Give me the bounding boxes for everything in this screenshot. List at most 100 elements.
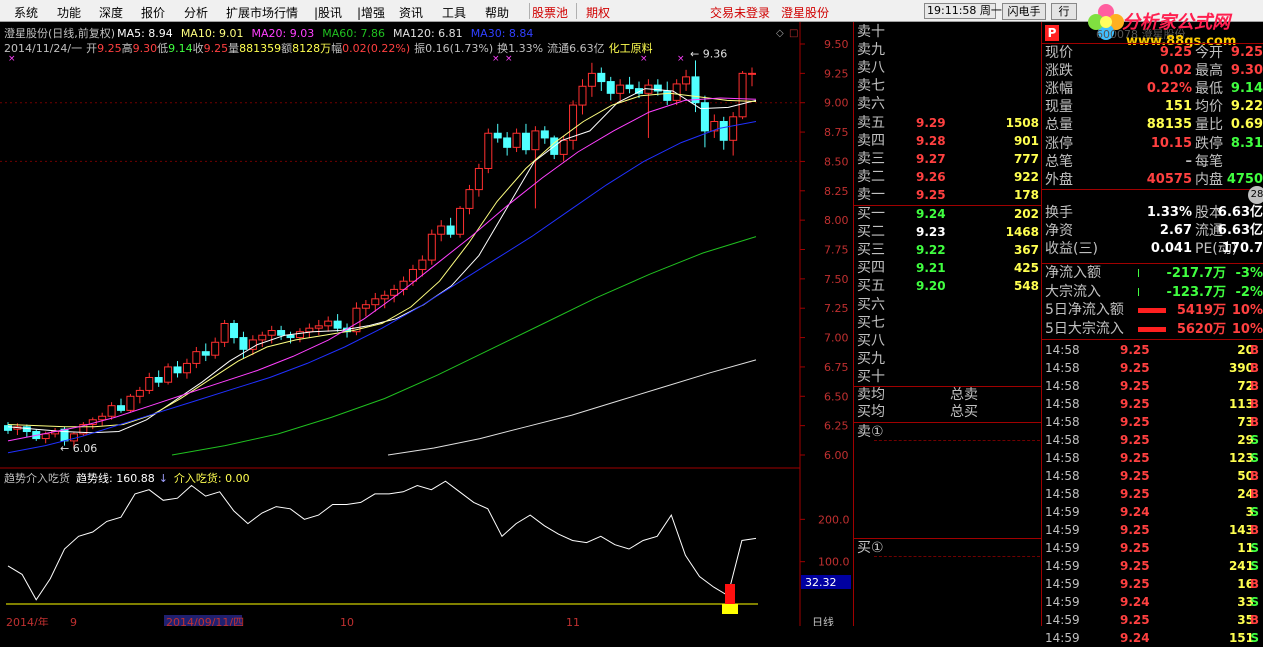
quote-label-2: 每笔 <box>1195 153 1223 170</box>
tick-time: 14:59 <box>1045 577 1080 591</box>
bid-label: 买三 <box>857 242 885 259</box>
price-axis-label: 8.50 <box>824 155 849 168</box>
price-axis-label: 6.25 <box>824 420 849 433</box>
kline-chart[interactable]: 9.50 9.25 9.00 8.75 8.50 8.25 8.00 7.75 7.50 7.25… <box>0 22 853 626</box>
candle-body <box>437 225 446 235</box>
bid-volume: 425 <box>1013 261 1039 276</box>
info-item: 8128万 <box>292 42 332 55</box>
bid-label: 买八 <box>857 332 885 349</box>
candle-body <box>493 132 502 139</box>
tick-side: S <box>1250 631 1259 645</box>
candle-body <box>748 72 756 75</box>
lightning-trade-button[interactable]: 闪电手 <box>1002 3 1046 20</box>
indicator-legend: 趋势介入吃货 趋势线: 160.88 ↓ 介入吃货: 0.00 <box>4 470 250 486</box>
menu-item-2[interactable]: 深度 <box>99 4 123 21</box>
candle-body <box>569 104 578 141</box>
quote-label: 净资 <box>1045 223 1073 240</box>
candle-body <box>361 304 370 309</box>
menu-item-4[interactable]: 分析 <box>184 4 208 21</box>
price-axis-label: 9.50 <box>824 38 849 51</box>
menu-item-3[interactable]: 报价 <box>141 4 165 21</box>
menu-stock-pool[interactable]: 股票池 <box>532 4 568 21</box>
tick-volume: 113 <box>1228 397 1254 411</box>
quote-label: 换手 <box>1045 205 1073 221</box>
trade-login-status[interactable]: 交易未登录 <box>710 4 770 21</box>
tick-row: 14:58 9.25 123 S <box>1042 449 1263 467</box>
menu-item-5[interactable]: 扩展市场行情 <box>226 4 298 21</box>
quote-value-2: 6.63亿 <box>1217 223 1263 239</box>
quote-label-2: 跌停 <box>1195 135 1223 152</box>
candle-body <box>390 288 399 296</box>
tick-price: 9.25 <box>1120 415 1150 429</box>
candle-body <box>729 116 738 141</box>
menu-item-9[interactable]: 工具 <box>442 4 466 21</box>
price-axis-label: 9.00 <box>824 97 849 110</box>
candle-body <box>616 84 625 94</box>
market-button[interactable]: 行 <box>1051 3 1077 20</box>
ask-label: 卖一 <box>857 186 885 203</box>
menu-item-7[interactable]: |增强 <box>357 4 385 21</box>
info-item: 9.14 <box>168 42 193 55</box>
candle-body <box>192 351 201 364</box>
tick-price: 9.25 <box>1120 577 1150 591</box>
menu-item-6[interactable]: |股讯 <box>314 4 342 21</box>
menu-options[interactable]: 期权 <box>586 4 610 21</box>
tick-row: 14:59 9.25 35 B <box>1042 611 1263 629</box>
menu-item-8[interactable]: 资讯 <box>399 4 423 21</box>
candle-body <box>663 90 672 101</box>
tick-side: B <box>1249 487 1259 501</box>
ask-label: 卖六 <box>857 96 885 113</box>
bid-row: 买七 <box>854 315 1042 332</box>
tick-price: 9.25 <box>1120 433 1150 447</box>
candle-body <box>182 362 191 374</box>
menu-separator <box>576 3 577 19</box>
side-badge[interactable]: 28 <box>1248 186 1263 204</box>
bid-volume: 548 <box>1013 279 1039 294</box>
quote-value: 0.02 <box>1159 63 1192 79</box>
quote-p-icon[interactable]: P <box>1045 25 1059 41</box>
buy-queue-row[interactable]: 买① <box>854 540 1042 557</box>
flow-value: 5620万 <box>1176 321 1226 337</box>
tick-volume: 50 <box>1237 469 1254 483</box>
indicator-eat: 介入吃货: 0.00 <box>173 472 250 485</box>
legend-item: MA120: 6.81 <box>392 27 463 40</box>
bid-label: 买九 <box>857 350 885 367</box>
price-axis-label: 6.00 <box>824 449 849 462</box>
ask-row: 卖六 <box>854 96 1042 113</box>
ma-line-ma5 <box>7 88 757 434</box>
price-axis-label: 7.50 <box>824 273 849 286</box>
ask-label: 卖二 <box>857 168 885 185</box>
candle-body <box>700 102 709 132</box>
menu-stock-name: 澄星股份 <box>781 6 830 20</box>
sell-queue-row[interactable]: 卖① <box>854 424 1042 441</box>
quote-row: 总笔 – 每笔 <box>1042 153 1263 171</box>
tick-row: 14:58 9.25 113 B <box>1042 395 1263 413</box>
ma-line-ma120 <box>387 359 757 456</box>
tick-volume: 29 <box>1237 433 1254 447</box>
candle-body <box>173 366 182 374</box>
tick-time: 14:59 <box>1045 559 1080 573</box>
quote-value: 1.33% <box>1146 205 1192 220</box>
menu-item-1[interactable]: 功能 <box>57 4 81 21</box>
tick-side: S <box>1250 559 1259 573</box>
tick-time: 14:58 <box>1045 379 1080 393</box>
candle-body <box>578 85 587 106</box>
tick-time: 14:58 <box>1045 433 1080 447</box>
menu-item-10[interactable]: 帮助 <box>485 4 509 21</box>
tick-price: 9.25 <box>1120 451 1150 465</box>
flow-bar <box>1138 308 1166 313</box>
menu-item-0[interactable]: 系统 <box>14 4 38 21</box>
quote-row: 涨幅 0.22% 最低 9.14 <box>1042 80 1263 98</box>
legend-item: 澄星股份(日线,前复权) <box>4 27 116 40</box>
ask-row: 卖七 <box>854 78 1042 95</box>
clock-display: 19:11:58 周一 <box>924 3 1002 19</box>
tick-row: 14:58 9.25 50 B <box>1042 467 1263 485</box>
period-label: 日线 <box>812 615 834 626</box>
quote-label-2: 今开 <box>1195 45 1223 61</box>
info-item: 0.02(0.22%) <box>342 42 411 55</box>
candle-body <box>456 207 465 235</box>
flow-percent: -3% <box>1235 266 1263 281</box>
candle-body <box>719 121 728 141</box>
info-item: 额 <box>281 42 293 55</box>
tick-side: B <box>1249 469 1259 483</box>
